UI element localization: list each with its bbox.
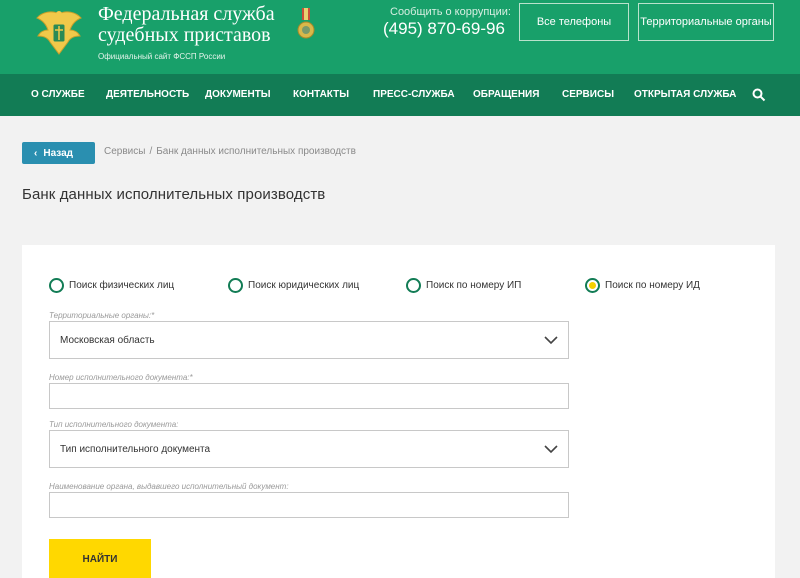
chevron-left-icon: ‹: [34, 147, 38, 159]
doc-type-label: Тип исполнительного документа:: [49, 420, 179, 429]
org-name[interactable]: Федеральная служба судебных приставов: [98, 4, 298, 46]
territorial-select[interactable]: Московская область: [49, 321, 569, 359]
breadcrumb: Сервисы / Банк данных исполнительных произ…: [104, 146, 356, 157]
org-name-line2: судебных приставов: [98, 24, 271, 46]
org-subtitle: Официальный сайт ФССП России: [98, 52, 226, 61]
nav-item-open-service[interactable]: ОТКРЫТАЯ СЛУЖБА: [634, 74, 736, 116]
radio-label: Поиск по номеру ИД: [605, 279, 700, 291]
corruption-label: Сообщить о коррупции:: [390, 6, 511, 18]
issuer-label: Наименование органа, выдавшего исполните…: [49, 482, 289, 491]
chevron-down-icon: [544, 336, 558, 345]
issuer-input[interactable]: [49, 492, 569, 518]
territorial-label: Территориальные органы:*: [49, 311, 155, 320]
radio-search-ip-number[interactable]: Поиск по номеру ИП: [406, 277, 521, 293]
nav-item-documents[interactable]: ДОКУМЕНТЫ: [205, 74, 271, 116]
nav-item-contacts[interactable]: КОНТАКТЫ: [293, 74, 349, 116]
nav-item-appeals[interactable]: ОБРАЩЕНИЯ: [473, 74, 539, 116]
radio-search-id-number[interactable]: Поиск по номеру ИД: [585, 277, 700, 293]
nav-item-about[interactable]: О СЛУЖБЕ: [31, 74, 85, 116]
chevron-down-icon: [544, 445, 558, 454]
radio-circle: [49, 277, 64, 293]
nav-item-activity[interactable]: ДЕЯТЕЛЬНОСТЬ: [106, 74, 189, 116]
territorial-bodies-button[interactable]: Территориальные органы: [638, 3, 774, 41]
all-phones-button[interactable]: Все телефоны: [519, 3, 629, 41]
radio-circle: [406, 277, 421, 293]
radio-circle-checked: [585, 277, 600, 293]
back-button[interactable]: ‹ Назад: [22, 142, 95, 164]
org-name-line1: Федеральная служба: [98, 3, 275, 25]
radio-search-individuals[interactable]: Поиск физических лиц: [49, 277, 174, 293]
corruption-phone[interactable]: (495) 870-69-96: [383, 19, 505, 39]
radio-label: Поиск юридических лиц: [248, 279, 360, 291]
nav-item-press[interactable]: ПРЕСС-СЛУЖБА: [373, 74, 455, 116]
territorial-value: Московская область: [60, 334, 155, 346]
radio-circle: [228, 277, 243, 293]
breadcrumb-services[interactable]: Сервисы: [104, 146, 145, 157]
radio-label: Поиск физических лиц: [69, 279, 175, 291]
main-nav: О СЛУЖБЕ ДЕЯТЕЛЬНОСТЬ ДОКУМЕНТЫ КОНТАКТЫ…: [0, 74, 800, 116]
doc-number-label: Номер исполнительного документа:*: [49, 373, 193, 382]
breadcrumb-separator: /: [149, 146, 153, 157]
search-form-card: [22, 245, 775, 578]
doc-type-value: Тип исполнительного документа: [60, 443, 211, 455]
nav-item-services[interactable]: СЕРВИСЫ: [562, 74, 614, 116]
site-header: Федеральная служба судебных приставов Оф…: [0, 0, 800, 74]
page-title: Банк данных исполнительных производств: [22, 186, 326, 203]
radio-label: Поиск по номеру ИП: [426, 279, 522, 291]
radio-search-legal[interactable]: Поиск юридических лиц: [228, 277, 359, 293]
doc-number-input[interactable]: [49, 383, 569, 409]
breadcrumb-current: Банк данных исполнительных производств: [156, 146, 356, 157]
medal-icon: [297, 8, 315, 39]
fssp-emblem-icon[interactable]: [34, 8, 84, 60]
search-icon[interactable]: [752, 88, 766, 102]
back-button-label: Назад: [43, 147, 73, 159]
search-submit-button[interactable]: НАЙТИ: [49, 539, 151, 578]
doc-type-select[interactable]: Тип исполнительного документа: [49, 430, 569, 468]
